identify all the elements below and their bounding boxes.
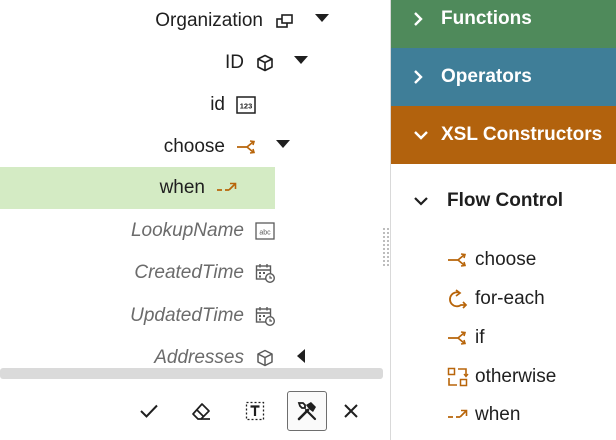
- record-group-icon: [274, 10, 296, 32]
- chevron-right-icon: [414, 12, 423, 26]
- chevron-down-icon: [414, 131, 428, 140]
- section-operators[interactable]: Operators: [391, 48, 616, 106]
- section-functions[interactable]: Functions: [391, 0, 616, 48]
- close-button[interactable]: [331, 391, 371, 431]
- if-icon: [447, 327, 469, 349]
- section-label: Operators: [441, 66, 532, 87]
- cube-icon: [254, 52, 276, 74]
- eraser-icon: [192, 403, 210, 420]
- when-icon: [447, 404, 469, 426]
- palette-item-choose[interactable]: choose: [447, 247, 536, 273]
- resize-grip-icon[interactable]: [382, 228, 390, 268]
- check-icon: [140, 404, 158, 418]
- tree-node-label: Organization: [155, 10, 263, 31]
- tree-node-label: choose: [163, 136, 225, 157]
- palette-item-label: for-each: [475, 288, 545, 309]
- palette-item-if[interactable]: if: [447, 325, 485, 351]
- mapping-tree-panel: Organization ID id 123 choose when Looku…: [0, 0, 390, 440]
- tree-node-label: LookupName: [130, 220, 244, 241]
- calendar-clock-icon: [254, 262, 276, 284]
- for-each-icon: [447, 288, 469, 310]
- chevron-left-icon[interactable]: [297, 349, 305, 363]
- tree-node-label: when: [159, 177, 205, 198]
- section-xsl-constructors[interactable]: XSL Constructors: [391, 106, 616, 164]
- tree-node-organization[interactable]: Organization: [0, 0, 263, 42]
- tree-node-id-field[interactable]: id: [0, 84, 225, 126]
- tree-node-choose[interactable]: choose: [0, 126, 225, 168]
- tree-node-label: Addresses: [154, 347, 244, 368]
- choose-icon: [236, 136, 258, 158]
- tree-node-lookupname[interactable]: LookupName: [0, 210, 244, 252]
- tree-node-id[interactable]: ID: [0, 42, 244, 84]
- palette-item-label: when: [475, 404, 521, 425]
- group-label: Flow Control: [447, 190, 564, 211]
- palette-item-for-each[interactable]: for-each: [447, 286, 545, 312]
- tree-node-label: CreatedTime: [134, 262, 244, 283]
- group-flow-control[interactable]: Flow Control: [413, 188, 563, 214]
- palette-item-label: if: [475, 327, 485, 348]
- text-box-button[interactable]: [235, 391, 275, 431]
- tree-node-label: UpdatedTime: [130, 305, 244, 326]
- choose-icon: [447, 249, 469, 271]
- when-icon: [216, 177, 238, 199]
- otherwise-icon: [447, 366, 469, 388]
- cube-icon: [254, 347, 276, 369]
- tools-button[interactable]: [287, 391, 327, 431]
- chevron-down-icon[interactable]: [294, 56, 308, 64]
- section-label: Functions: [441, 8, 532, 29]
- tree-node-label: id: [210, 94, 225, 115]
- check-button[interactable]: [129, 391, 169, 431]
- horizontal-scrollbar[interactable]: [0, 368, 383, 379]
- chevron-down-icon[interactable]: [315, 14, 329, 22]
- components-palette: Functions Operators XSL Constructors Flo…: [391, 0, 616, 440]
- calendar-clock-icon: [254, 305, 276, 327]
- palette-item-when[interactable]: when: [447, 402, 520, 428]
- number-123-icon: 123: [235, 94, 257, 116]
- close-icon: [344, 404, 358, 418]
- palette-item-label: otherwise: [475, 366, 557, 387]
- tree-node-createdtime[interactable]: CreatedTime: [0, 252, 244, 294]
- chevron-right-icon: [414, 70, 423, 84]
- eraser-button[interactable]: [181, 391, 221, 431]
- section-label: XSL Constructors: [441, 124, 603, 145]
- palette-item-label: choose: [475, 249, 537, 270]
- tree-node-label: ID: [225, 52, 244, 73]
- tools-icon: [297, 402, 317, 421]
- svg-text:123: 123: [240, 102, 253, 111]
- chevron-down-icon: [414, 197, 428, 206]
- svg-text:abc: abc: [259, 230, 271, 237]
- chevron-down-icon[interactable]: [276, 140, 290, 148]
- text-box-icon: [245, 401, 265, 421]
- abc-text-icon: abc: [254, 220, 276, 242]
- palette-item-otherwise[interactable]: otherwise: [447, 364, 556, 390]
- tree-node-updatedtime[interactable]: UpdatedTime: [0, 295, 244, 337]
